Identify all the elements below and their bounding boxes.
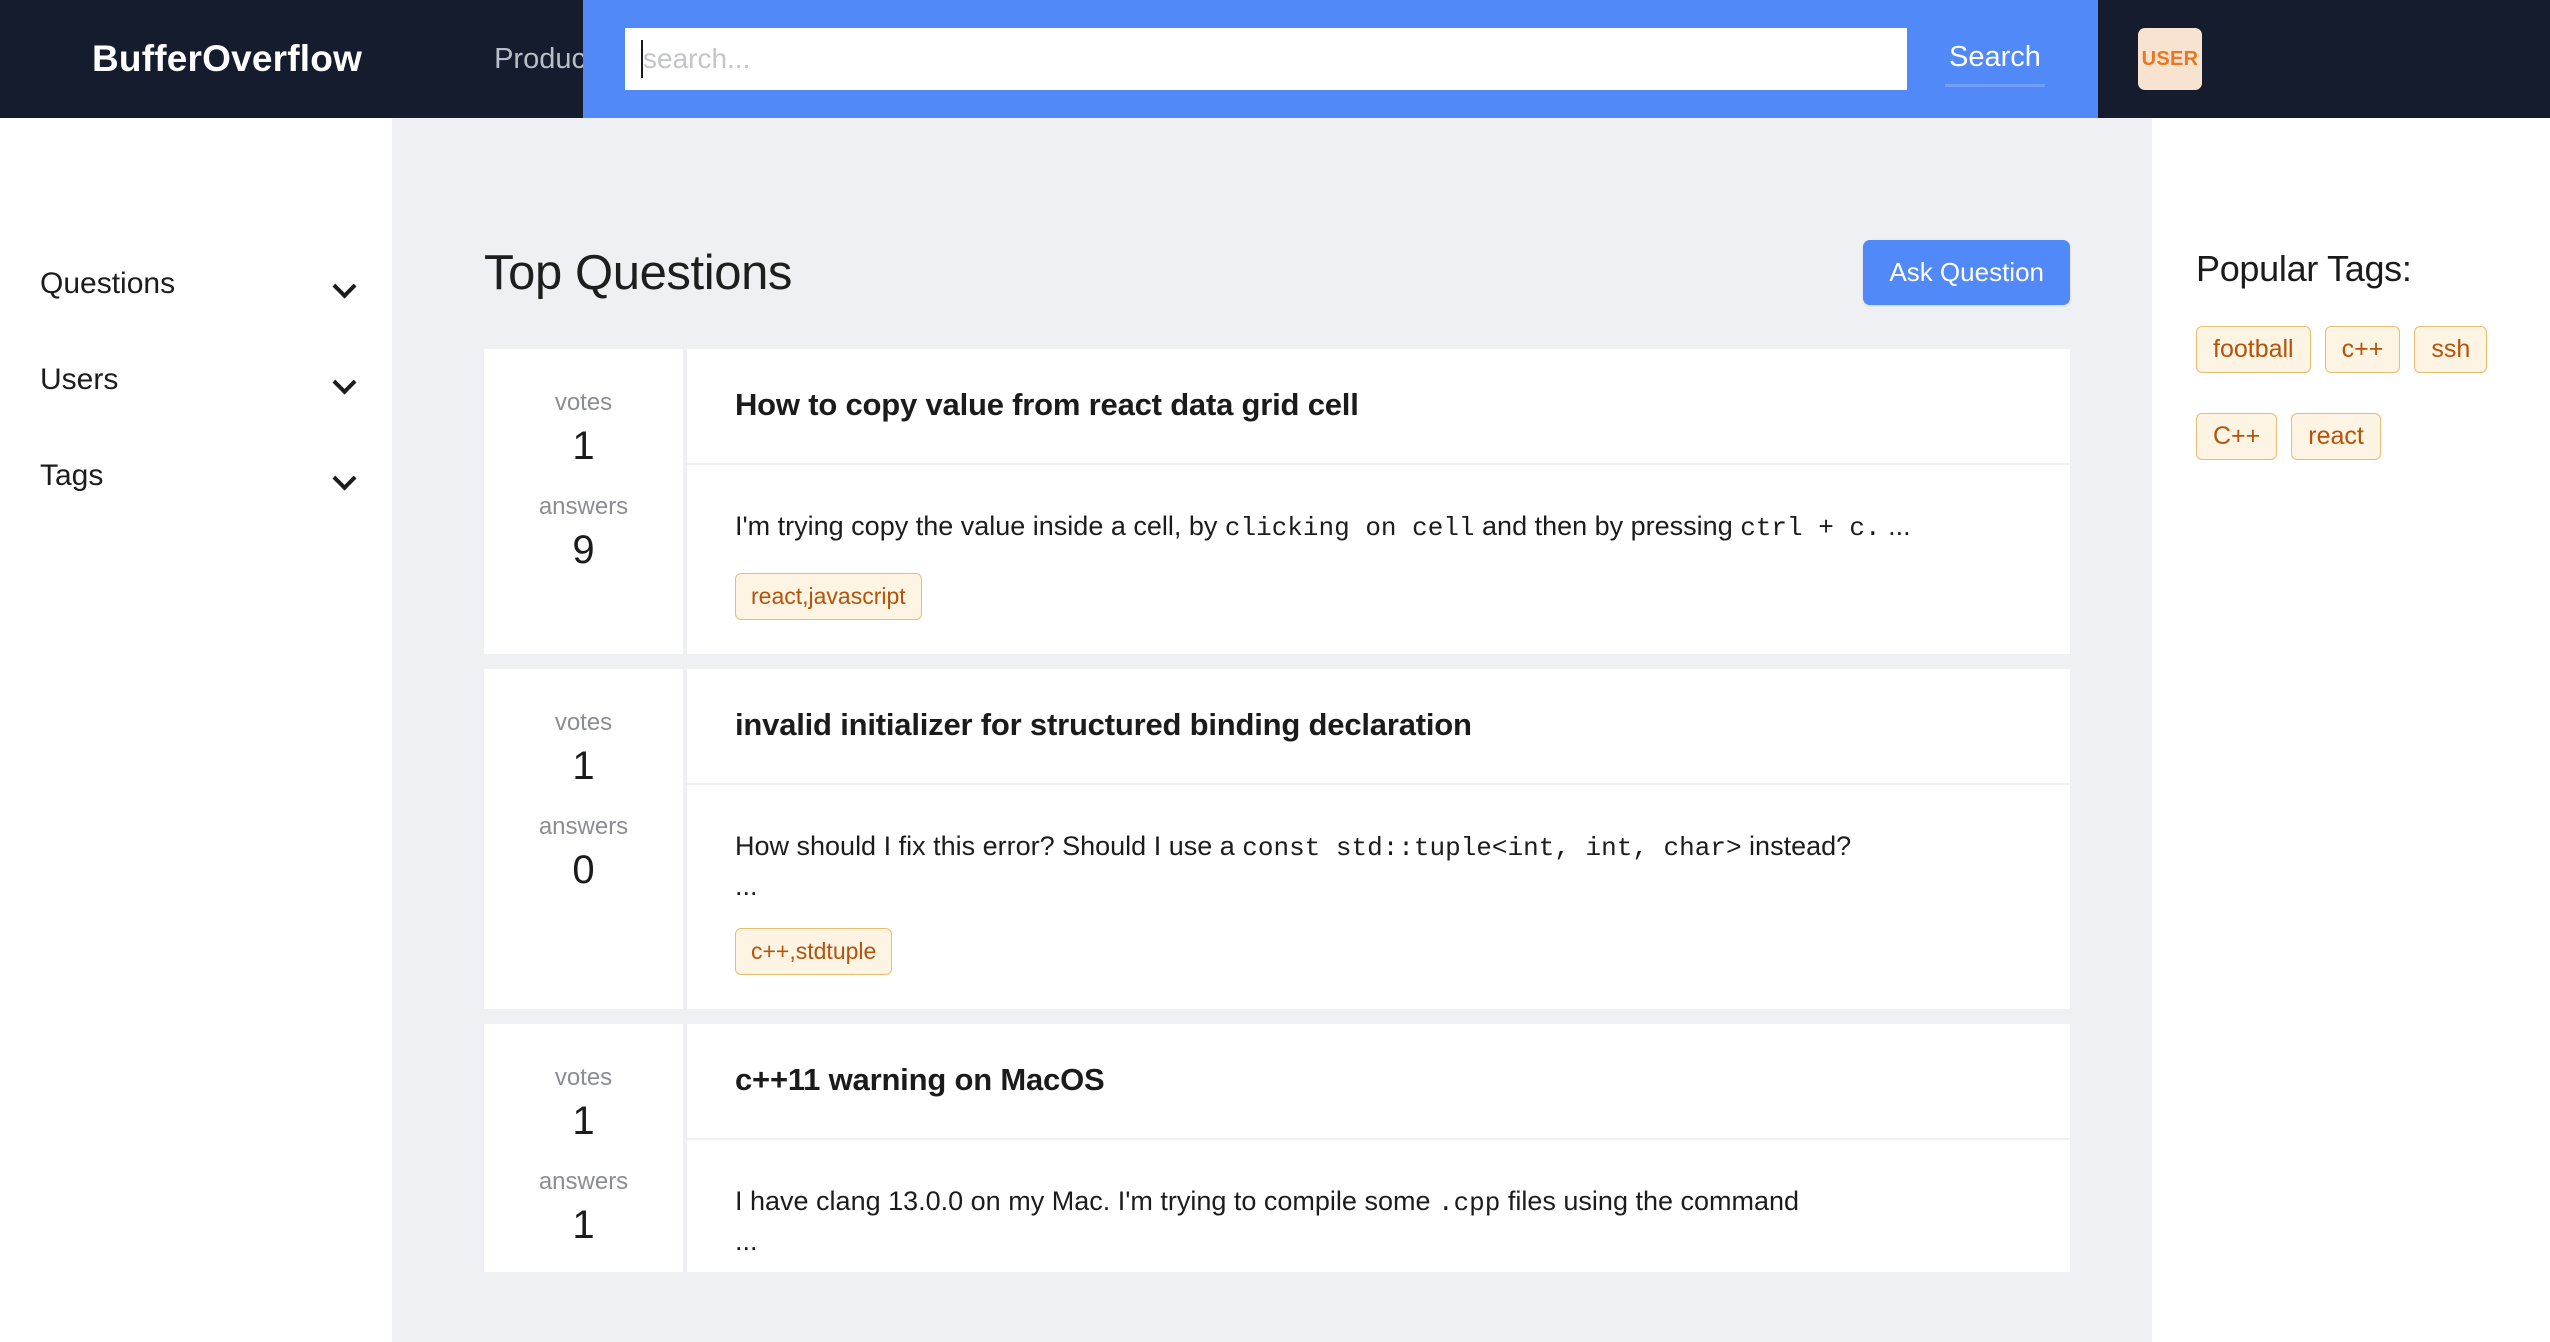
question-title-row: How to copy value from react data grid c… xyxy=(687,349,2070,465)
question-list: votes 1 answers 9 How to copy value from rea… xyxy=(392,305,2152,1272)
answers-count: 9 xyxy=(572,528,595,572)
votes-count: 1 xyxy=(572,743,595,788)
votes-label: votes xyxy=(554,708,613,736)
question-excerpt: I have clang 13.0.0 on my Mac. I'm tryin… xyxy=(735,1182,2030,1222)
question-tag-list: c++,stdtuple xyxy=(735,902,2030,1009)
excerpt-text: I have clang 13.0.0 on my Mac. I'm tryin… xyxy=(735,1185,1438,1216)
excerpt-text: How should I fix this error? Should I us… xyxy=(735,830,1243,861)
popular-tags-row: C++ react xyxy=(2152,413,2550,460)
answers-count: 0 xyxy=(572,847,595,892)
question-excerpt: How should I fix this error? Should I us… xyxy=(735,827,2030,867)
question-tag-list: react,javascript xyxy=(735,547,2030,654)
question-excerpt-row: How should I fix this error? Should I us… xyxy=(687,785,2070,1009)
inline-code: ctrl + c. xyxy=(1740,513,1881,543)
sidebar-item-tags[interactable]: Tags xyxy=(0,428,392,524)
question-excerpt-row: I'm trying copy the value inside a cell,… xyxy=(687,465,2070,654)
sidebar: Questions Users Tags xyxy=(0,118,392,1342)
header-brand-zone: BufferOverflow Products xyxy=(0,0,609,118)
main-header-row: Top Questions Ask Question xyxy=(392,118,2152,305)
question-card[interactable]: votes 1 answers 1 c++11 warning on MacOS I ha… xyxy=(484,1023,2070,1272)
question-body: c++11 warning on MacOS I have clang 13.0.… xyxy=(687,1023,2070,1272)
excerpt-text: and then by pressing xyxy=(1474,511,1741,541)
popular-tag[interactable]: react xyxy=(2291,413,2381,460)
popular-tags-title: Popular Tags: xyxy=(2196,248,2412,289)
popular-tags-row: football c++ ssh xyxy=(2152,326,2550,373)
excerpt-text: files using the command xyxy=(1500,1185,1800,1216)
avatar[interactable]: USER xyxy=(2138,28,2202,90)
sidebar-item-label: Questions xyxy=(40,267,176,300)
sidebar-item-label: Users xyxy=(40,363,119,396)
page-title: Top Questions xyxy=(484,245,793,300)
question-tag[interactable]: react,javascript xyxy=(735,572,922,620)
popular-tag[interactable]: football xyxy=(2196,326,2311,373)
question-title-row: invalid initializer for structured bindi… xyxy=(687,669,2070,785)
question-title[interactable]: How to copy value from react data grid c… xyxy=(735,387,2030,423)
top-header: BufferOverflow Products Search USER xyxy=(0,0,2550,118)
sidebar-item-questions[interactable]: Questions xyxy=(0,236,392,332)
chevron-down-icon xyxy=(334,278,356,290)
excerpt-ellipsis: ... xyxy=(735,1225,758,1256)
question-excerpt: I'm trying copy the value inside a cell,… xyxy=(735,507,2030,547)
search-input[interactable] xyxy=(625,28,1907,90)
excerpt-ellipsis: ... xyxy=(735,870,758,901)
answers-count: 1 xyxy=(572,1202,595,1247)
question-body: How to copy value from react data grid c… xyxy=(687,349,2070,654)
page-shell: Questions Users Tags Top Questions Ask Q… xyxy=(0,118,2550,1342)
chevron-down-icon xyxy=(334,470,356,482)
excerpt-text: I'm trying copy the value inside a cell,… xyxy=(735,511,1225,541)
inline-code: .cpp xyxy=(1437,1187,1501,1218)
question-title-row: c++11 warning on MacOS xyxy=(687,1024,2070,1140)
question-title[interactable]: invalid initializer for structured bindi… xyxy=(735,707,2030,743)
popular-tag[interactable]: c++ xyxy=(2324,326,2401,373)
ask-question-button[interactable]: Ask Question xyxy=(1863,240,2070,305)
question-body: invalid initializer for structured bindi… xyxy=(687,668,2070,1009)
popular-tag[interactable]: C++ xyxy=(2196,413,2278,460)
question-excerpt-row: I have clang 13.0.0 on my Mac. I'm tryin… xyxy=(687,1140,2070,1272)
question-card[interactable]: votes 1 answers 9 How to copy value from rea… xyxy=(484,349,2070,654)
sidebar-item-label: Tags xyxy=(40,459,104,492)
question-tag[interactable]: c++,stdtuple xyxy=(735,927,893,975)
question-stats: votes 1 answers 9 xyxy=(484,349,683,654)
search-band: Search xyxy=(583,0,2098,118)
question-title[interactable]: c++11 warning on MacOS xyxy=(735,1062,2030,1098)
question-stats: votes 1 answers 1 xyxy=(484,1023,683,1272)
answers-label: answers xyxy=(538,1167,629,1195)
question-stats: votes 1 answers 0 xyxy=(484,668,683,1009)
text-caret xyxy=(641,40,643,78)
popular-tag[interactable]: ssh xyxy=(2414,326,2488,373)
votes-label: votes xyxy=(554,389,613,416)
votes-count: 1 xyxy=(572,424,595,468)
answers-label: answers xyxy=(538,812,629,840)
header-user-zone: USER xyxy=(2098,0,2550,118)
search-input-wrapper[interactable] xyxy=(625,28,1907,90)
inline-code: clicking on cell xyxy=(1224,513,1475,543)
answers-label: answers xyxy=(538,493,629,520)
chevron-down-icon xyxy=(334,374,356,386)
question-card[interactable]: votes 1 answers 0 invalid initializer for st… xyxy=(484,668,2070,1009)
excerpt-text: instead? xyxy=(1741,830,1852,861)
votes-count: 1 xyxy=(572,1098,595,1143)
site-logo[interactable]: BufferOverflow xyxy=(92,38,362,80)
excerpt-text: ... xyxy=(1880,511,1911,541)
search-button[interactable]: Search xyxy=(1945,31,2045,87)
main-content: Top Questions Ask Question votes 1 answers… xyxy=(392,118,2152,1342)
sidebar-item-users[interactable]: Users xyxy=(0,332,392,428)
popular-tags-panel: Popular Tags: football c++ ssh C++ react xyxy=(2152,118,2550,1342)
inline-code: const std::tuple<int, int, char> xyxy=(1242,832,1742,863)
votes-label: votes xyxy=(554,1063,613,1091)
